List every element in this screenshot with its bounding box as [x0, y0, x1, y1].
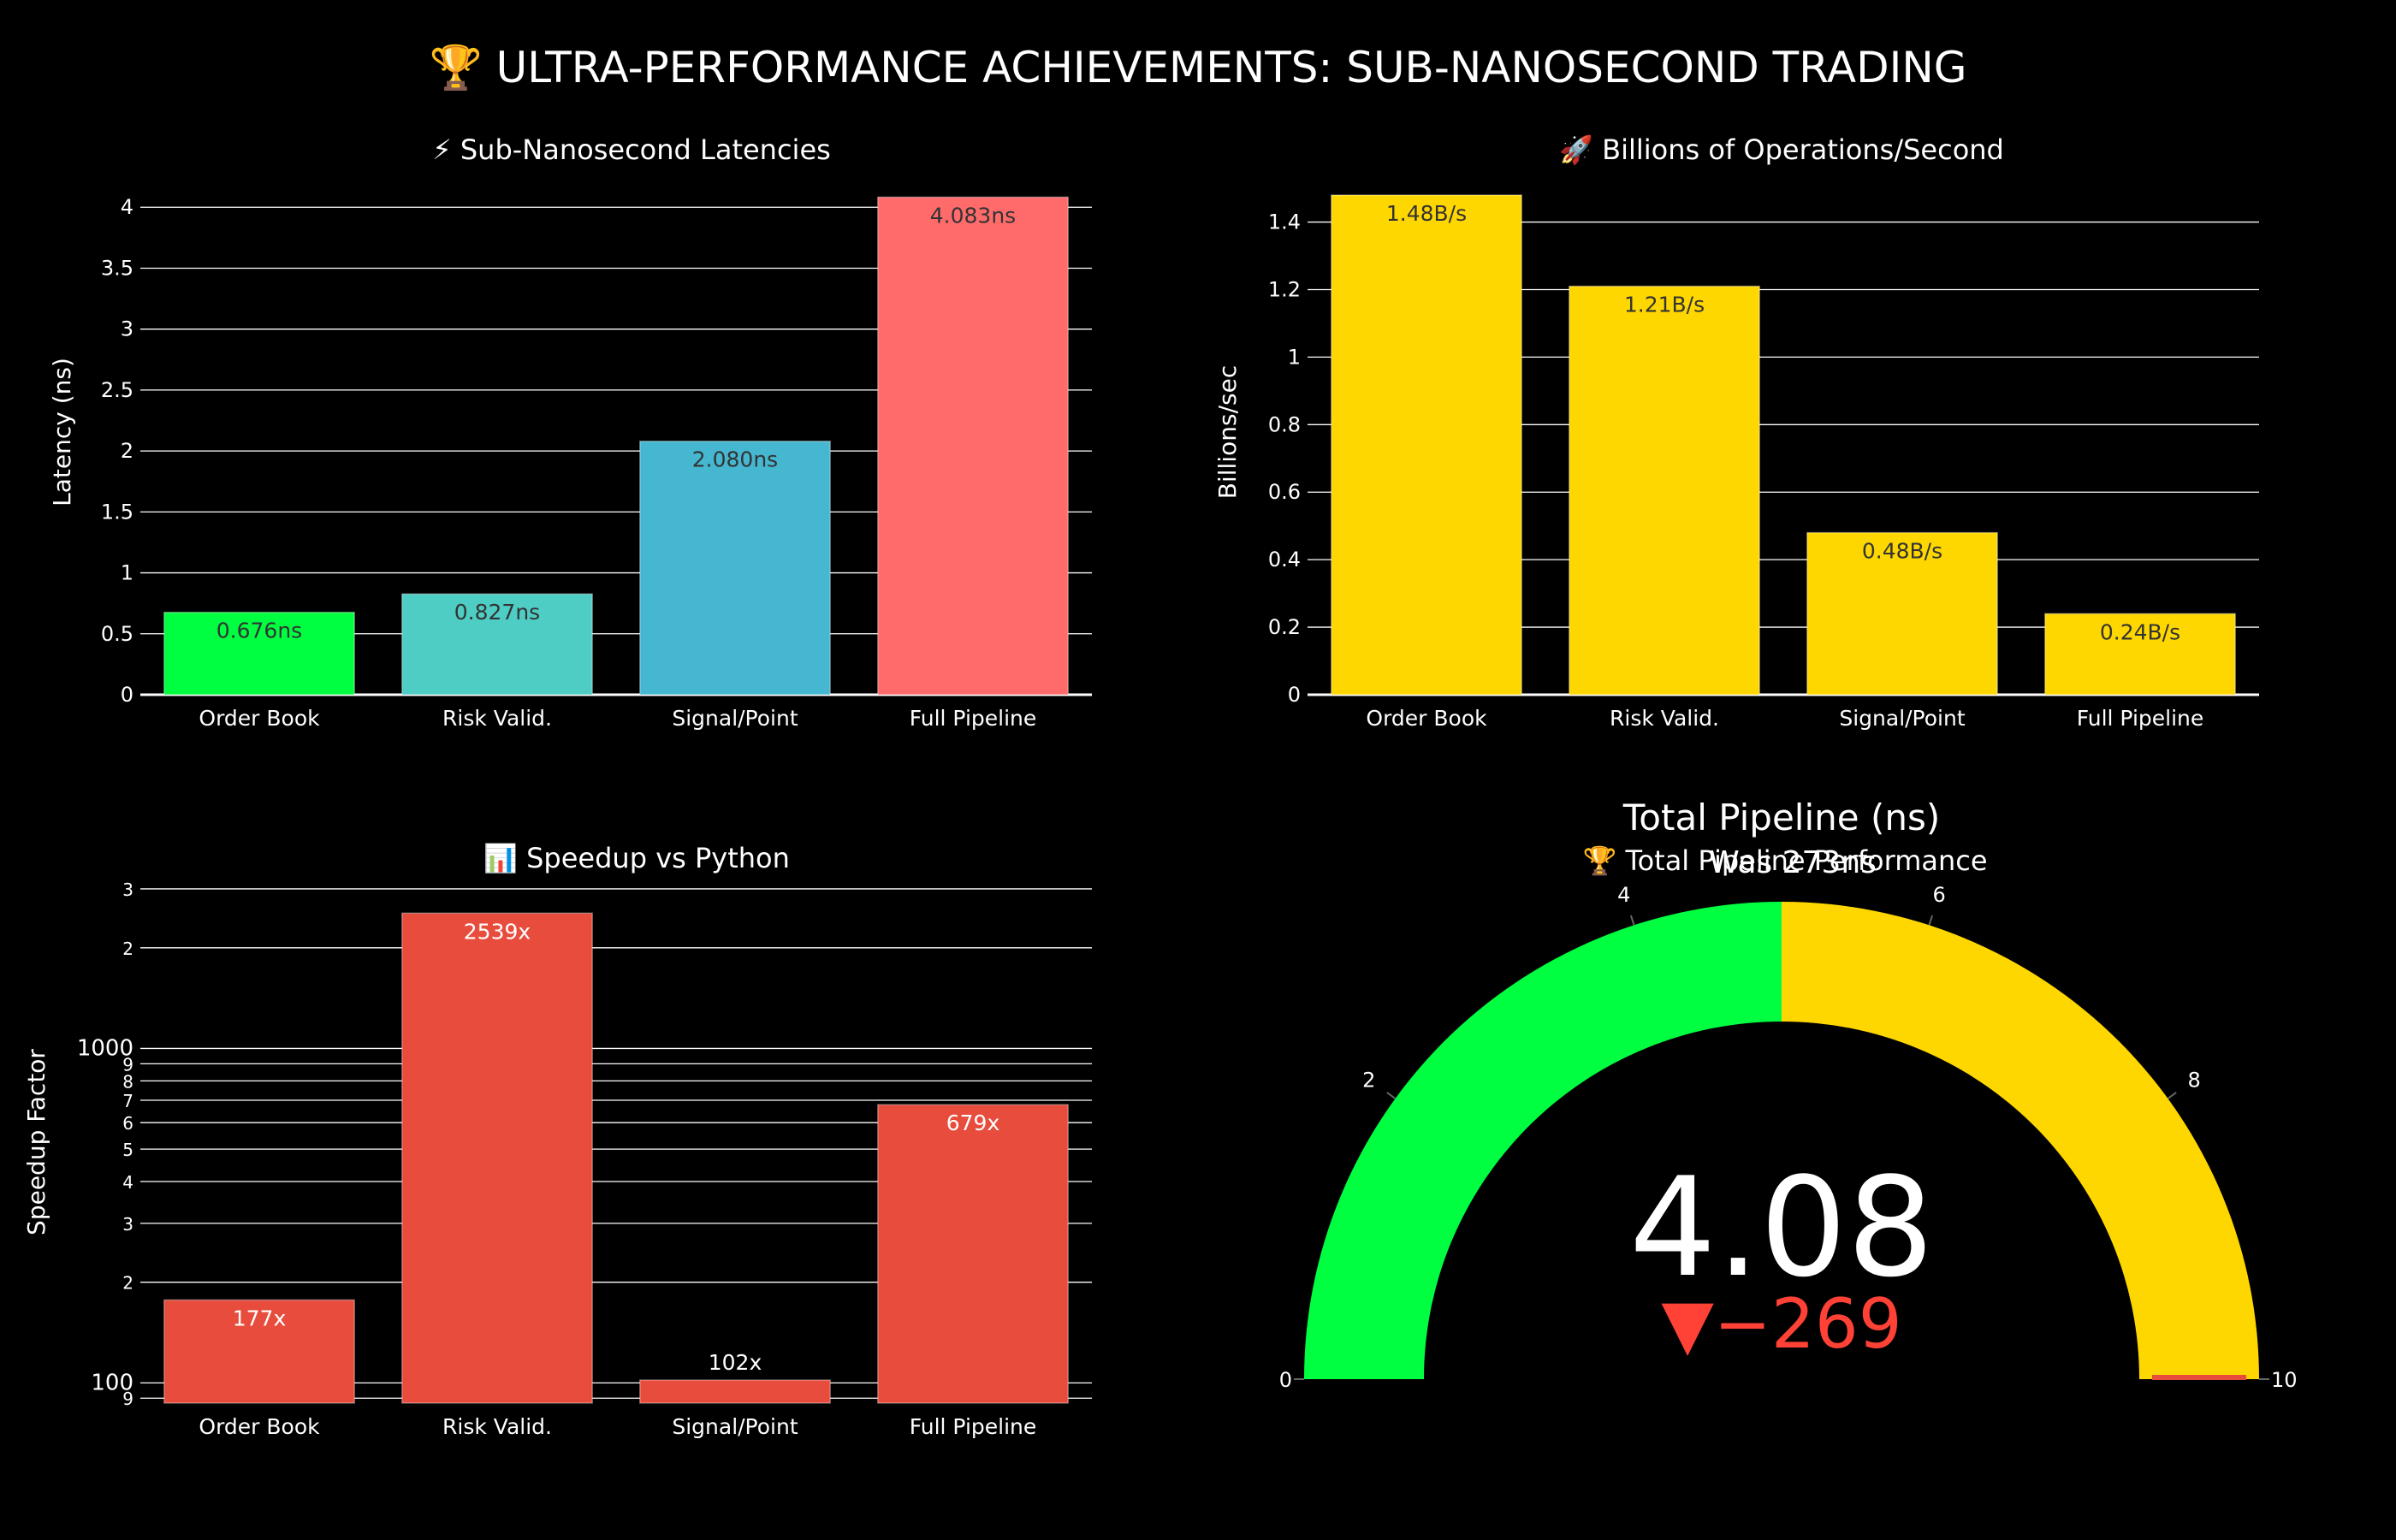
latency-y-tick-label: 1.5 [101, 500, 133, 524]
gauge-tick-label: 8 [2188, 1069, 2201, 1093]
speedup-data-label: 102x [709, 1350, 762, 1375]
speedup-y-tick-label: 2 [122, 1273, 133, 1294]
latency-bar [877, 196, 1069, 696]
gauge-tick-label: 0 [1279, 1368, 1292, 1392]
speedup-y-tick-label: 2 [122, 939, 133, 959]
latency-y-tick-label: 0.5 [101, 622, 133, 646]
latency-y-tick-label: 0 [121, 683, 133, 707]
speedup-y-tick-label: 3 [122, 880, 133, 900]
speedup-bar [401, 912, 593, 1404]
latency-data-label: 0.676ns [216, 619, 302, 643]
throughput-y-axis-label: Billions/sec [1213, 365, 1242, 499]
throughput-data-label: 1.48B/s [1386, 201, 1467, 226]
throughput-y-tick-label: 0.2 [1268, 615, 1301, 639]
throughput-y-tick-label: 0.4 [1268, 548, 1301, 572]
throughput-y-tick-label: 1.2 [1268, 277, 1301, 301]
speedup-y-tick-label: 3 [122, 1214, 133, 1235]
latency-category-label: Risk Valid. [442, 706, 552, 731]
speedup-data-label: 679x [946, 1111, 1000, 1135]
gauge-tick-label: 10 [2271, 1368, 2298, 1392]
speedup-category-label: Full Pipeline [910, 1414, 1037, 1439]
speedup-y-tick-label: 6 [122, 1113, 133, 1134]
throughput-bar [1569, 285, 1760, 696]
speedup-bar [639, 1379, 831, 1404]
background [0, 0, 2396, 1540]
latency-data-label: 0.827ns [454, 600, 540, 625]
latency-y-tick-label: 2.5 [101, 378, 133, 402]
speedup-y-tick-label: 7 [122, 1091, 133, 1111]
gauge-tick-label: 4 [1617, 883, 1630, 907]
gauge-panel-title: 🏆 Total Pipeline Performance [1582, 844, 1987, 877]
latency-y-tick-label: 2 [121, 439, 133, 463]
latency-y-tick-label: 1 [121, 561, 133, 585]
gauge-title: Total Pipeline (ns) [1622, 797, 1940, 838]
speedup-bar [877, 1104, 1069, 1404]
throughput-y-tick-label: 0.6 [1268, 480, 1301, 504]
latency-data-label: 2.080ns [692, 447, 778, 472]
throughput-y-tick-label: 1.4 [1268, 210, 1301, 234]
throughput-category-label: Full Pipeline [2077, 706, 2204, 731]
gauge-value: 4.08 [1629, 1147, 1934, 1307]
latency-data-label: 4.083ns [930, 203, 1016, 228]
throughput-y-tick-label: 1 [1288, 345, 1301, 369]
speedup-y-tick-label: 5 [122, 1140, 133, 1160]
speedup-y-tick-label: 4 [122, 1172, 133, 1193]
latency-y-tick-label: 3 [121, 317, 133, 341]
speedup-chart-title: 📊 Speedup vs Python [483, 842, 790, 874]
speedup-y-axis-label: Speedup Factor [22, 1049, 50, 1235]
dashboard-title: 🏆 ULTRA-PERFORMANCE ACHIEVEMENTS: SUB-NA… [429, 43, 1966, 92]
gauge-tick-label: 2 [1362, 1069, 1375, 1093]
speedup-y-tick-label: 1000 [77, 1035, 133, 1061]
throughput-y-tick-label: 0 [1288, 683, 1301, 707]
speedup-category-label: Signal/Point [672, 1414, 798, 1439]
throughput-category-label: Order Book [1366, 706, 1487, 731]
latency-y-tick-label: 3.5 [101, 256, 133, 280]
throughput-data-label: 0.48B/s [1862, 539, 1942, 564]
speedup-y-tick-label: 100 [91, 1370, 133, 1395]
speedup-category-label: Risk Valid. [442, 1414, 552, 1439]
throughput-category-label: Signal/Point [1839, 706, 1965, 731]
dashboard-canvas: 🏆 ULTRA-PERFORMANCE ACHIEVEMENTS: SUB-NA… [0, 0, 2396, 1540]
latency-category-label: Signal/Point [672, 706, 798, 731]
latency-category-label: Order Book [199, 706, 320, 731]
latency-category-label: Full Pipeline [910, 706, 1037, 731]
latency-y-axis-label: Latency (ns) [48, 358, 76, 506]
gauge-tick-label: 6 [1933, 883, 1946, 907]
speedup-data-label: 2539x [464, 919, 531, 944]
speedup-data-label: 177x [233, 1306, 287, 1330]
throughput-chart-title: 🚀 Billions of Operations/Second [1559, 133, 2004, 166]
latency-y-tick-label: 4 [121, 195, 133, 219]
latency-bar [639, 440, 831, 696]
speedup-category-label: Order Book [199, 1414, 320, 1439]
latency-chart-title: ⚡ Sub-Nanosecond Latencies [432, 133, 831, 166]
throughput-data-label: 1.21B/s [1624, 293, 1705, 317]
throughput-y-tick-label: 0.8 [1268, 412, 1301, 436]
gauge-delta: ▼−269 [1661, 1284, 1901, 1364]
throughput-data-label: 0.24B/s [2100, 619, 2180, 644]
throughput-category-label: Risk Valid. [1610, 706, 1719, 731]
throughput-bar [1331, 194, 1522, 696]
